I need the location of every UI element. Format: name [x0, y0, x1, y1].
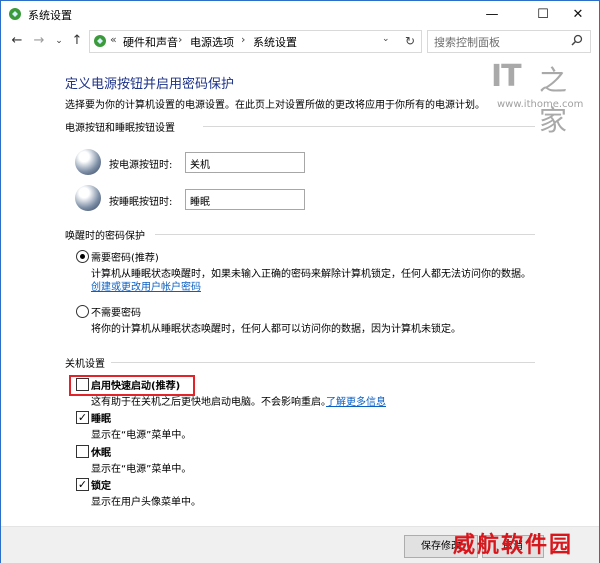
- section-title: 关机设置: [65, 359, 105, 370]
- change-password-link[interactable]: 创建或更改用户帐户密码: [91, 278, 201, 293]
- sleep-button-select[interactable]: 睡眠 ⌄: [185, 189, 305, 210]
- page-title: 定义电源按钮并启用密码保护: [65, 77, 235, 92]
- chevron-down-icon: ⌄: [190, 157, 197, 166]
- forward-arrow-icon[interactable]: →: [31, 33, 47, 49]
- close-button[interactable]: ✕: [557, 1, 599, 27]
- address-overflow-icon[interactable]: «: [110, 33, 117, 46]
- breadcrumb-separator[interactable]: ›: [178, 33, 182, 46]
- navigation-bar: ← → ⌄ ↑ « 硬件和声音 › 电源选项 › 系统设置 ⌄ ↻ 搜索控制面板: [1, 27, 599, 55]
- fast-startup-label[interactable]: 启用快速启动(推荐): [91, 377, 180, 392]
- password-protection-section: 唤醒时的密码保护: [65, 227, 535, 242]
- window-title: 系统设置: [28, 9, 72, 22]
- sleep-desc: 显示在“电源”菜单中。: [91, 430, 192, 441]
- breadcrumb-system-settings[interactable]: 系统设置: [253, 34, 297, 50]
- no-password-desc: 将你的计算机从睡眠状态唤醒时，任何人都可以访问你的数据，因为计算机未锁定。: [91, 324, 461, 335]
- section-title: 电源按钮和睡眠按钮设置: [65, 123, 175, 134]
- recent-locations-icon[interactable]: ⌄: [51, 33, 67, 49]
- breadcrumb-power-options[interactable]: 电源选项: [190, 34, 234, 50]
- no-password-label[interactable]: 不需要密码: [91, 304, 141, 319]
- divider: [155, 234, 535, 235]
- require-password-label[interactable]: 需要密码(推荐): [91, 249, 159, 264]
- system-settings-window: 系统设置 — ☐ ✕ ← → ⌄ ↑ « 硬件和声音 › 电源选项 › 系统设置…: [0, 0, 600, 563]
- search-placeholder: 搜索控制面板: [434, 36, 500, 49]
- page-description: 选择要为你的计算机设置的电源设置。在此页上对设置所做的更改将应用于你所有的电源计…: [65, 100, 485, 111]
- divider: [203, 126, 535, 127]
- lock-label[interactable]: 锁定: [91, 477, 111, 492]
- power-button-select[interactable]: 关机 ⌄: [185, 152, 305, 173]
- back-arrow-icon[interactable]: ←: [9, 33, 25, 49]
- watermark-text: 威航软件园: [453, 533, 574, 558]
- hibernate-label[interactable]: 休眠: [91, 444, 111, 459]
- breadcrumb-hardware-sound[interactable]: 硬件和声音: [123, 34, 178, 50]
- search-input[interactable]: 搜索控制面板: [427, 30, 591, 53]
- power-button-label: 按电源按钮时:: [109, 160, 173, 171]
- power-buttons-section: 电源按钮和睡眠按钮设置: [65, 119, 535, 134]
- shutdown-settings-section: 关机设置: [65, 355, 535, 370]
- up-arrow-icon[interactable]: ↑: [69, 33, 85, 49]
- control-panel-icon: [94, 35, 106, 47]
- section-title: 唤醒时的密码保护: [65, 231, 145, 242]
- address-bar[interactable]: « 硬件和声音 › 电源选项 › 系统设置 ⌄ ↻: [89, 30, 422, 53]
- hibernate-desc: 显示在“电源”菜单中。: [91, 464, 192, 475]
- fast-startup-checkbox[interactable]: [76, 378, 89, 391]
- lock-checkbox[interactable]: ✓: [76, 478, 89, 491]
- control-panel-icon: [9, 8, 21, 20]
- minimize-button[interactable]: —: [471, 1, 513, 27]
- divider: [111, 362, 535, 363]
- chevron-down-icon: ⌄: [190, 194, 197, 203]
- breadcrumb-separator[interactable]: ›: [241, 33, 245, 46]
- sleep-checkbox[interactable]: ✓: [76, 411, 89, 424]
- no-password-radio[interactable]: [76, 305, 89, 318]
- lock-desc: 显示在用户头像菜单中。: [91, 497, 201, 508]
- hibernate-checkbox[interactable]: [76, 445, 89, 458]
- search-icon[interactable]: [571, 34, 583, 46]
- power-button-icon: [75, 149, 101, 175]
- fast-startup-desc: 这有助于在关机之后更快地启动电脑。不会影响重启。: [91, 397, 331, 408]
- sleep-button-icon: [75, 185, 101, 211]
- learn-more-link[interactable]: 了解更多信息: [326, 393, 386, 408]
- title-bar[interactable]: 系统设置 — ☐ ✕: [1, 1, 599, 27]
- require-password-radio[interactable]: [76, 250, 89, 263]
- sleep-label[interactable]: 睡眠: [91, 410, 111, 425]
- refresh-icon[interactable]: ↻: [401, 32, 419, 50]
- address-dropdown-icon[interactable]: ⌄: [382, 34, 390, 44]
- sleep-button-label: 按睡眠按钮时:: [109, 197, 173, 208]
